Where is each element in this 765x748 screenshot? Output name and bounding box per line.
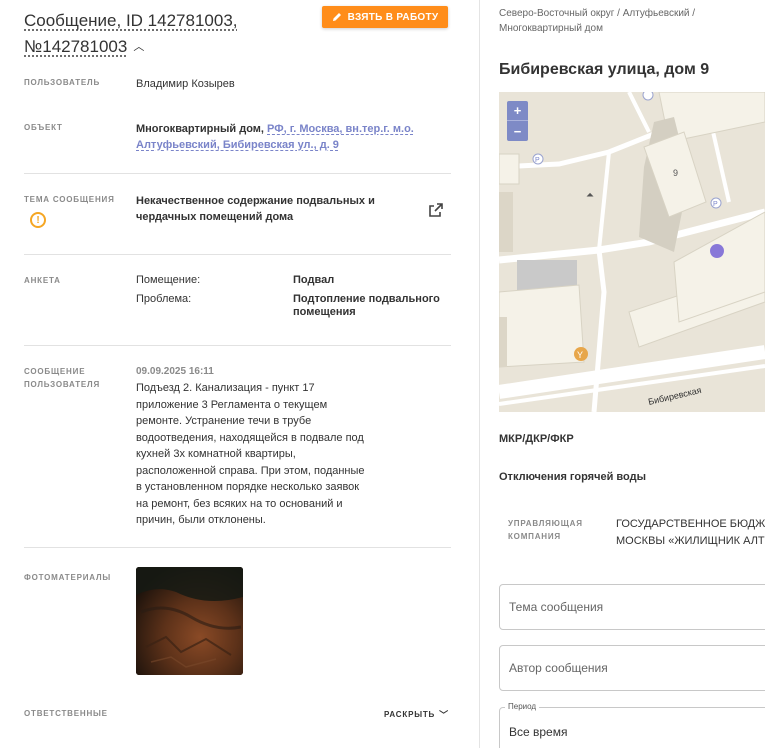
message-date: 09.09.2025 16:11 — [136, 366, 214, 377]
parking-icon: P — [535, 157, 540, 164]
cafe-icon: Y — [577, 350, 583, 360]
survey-key-room: Помещение: — [136, 274, 201, 286]
object-address-link-line2[interactable]: Алтуфьевский, Бибиревская ул., д. 9 — [136, 139, 339, 151]
photo-thumbnail[interactable] — [136, 567, 243, 675]
message-label: СООБЩЕНИЕ ПОЛЬЗОВАТЕЛЯ — [24, 365, 100, 391]
author-filter-placeholder: Автор сообщения — [509, 661, 608, 675]
breadcrumb: Северо-Восточный округ / Алтуфьевский / … — [499, 6, 719, 36]
photos-label: ФОТОМАТЕРИАЛЫ — [24, 573, 112, 582]
topic-filter-placeholder: Тема сообщения — [509, 600, 604, 614]
survey-label: АНКЕТА — [24, 276, 61, 285]
expand-button[interactable]: РАСКРЫТЬ ﹀ — [384, 708, 449, 721]
uk-value-line1: ГОСУДАРСТВЕННОЕ БЮДЖЕТ — [616, 518, 765, 530]
period-label: Период — [505, 702, 540, 711]
breadcrumb-line1[interactable]: Северо-Восточный округ / Алтуфьевский / — [499, 8, 695, 19]
address-title: Бибиревская улица, дом 9 — [499, 61, 710, 78]
divider — [24, 345, 451, 346]
period-value: Все время — [509, 725, 568, 739]
uk-value-line2: МОСКВЫ «ЖИЛИЩНИК АЛТУ — [616, 535, 765, 547]
management-company-label: УПРАВЛЯЮЩАЯ КОМПАНИЯ — [508, 517, 583, 543]
object-value: Многоквартирный дом, РФ, г. Москва, вн.т… — [136, 121, 414, 153]
message-text: Подъезд 2. Канализация - пункт 17 прилож… — [136, 382, 365, 526]
user-label: ПОЛЬЗОВАТЕЛЬ — [24, 78, 101, 87]
topic-value: Некачественное содержание подвальных и ч… — [136, 193, 375, 225]
responsible-label: ОТВЕТСТВЕННЫЕ — [24, 709, 108, 718]
zoom-in-button[interactable]: + — [507, 101, 528, 121]
breadcrumb-line2[interactable]: Многоквартирный дом — [499, 23, 603, 34]
map[interactable]: P P ⏶ Y 9 Бибиревская + − — [499, 92, 765, 412]
photo-image — [136, 567, 243, 675]
hot-water-section[interactable]: Отключения горячей воды — [499, 471, 646, 483]
divider — [24, 173, 451, 174]
expand-label: РАСКРЫТЬ — [384, 710, 436, 719]
object-type: Многоквартирный дом, — [136, 123, 264, 135]
map-canvas: P P ⏶ Y 9 Бибиревская — [499, 92, 765, 412]
survey-value-room: Подвал — [293, 274, 335, 286]
warning-icon: ! — [30, 212, 46, 228]
message-title: Сообщение, ID 142781003, №142781003 — [24, 11, 238, 56]
uk-label-line2: КОМПАНИЯ — [508, 532, 561, 541]
topic-label: ТЕМА СООБЩЕНИЯ — [24, 195, 115, 204]
message-label-line1: СООБЩЕНИЕ — [24, 367, 86, 376]
survey-key-problem: Проблема: — [136, 293, 192, 305]
page-title[interactable]: Сообщение, ID 142781003, №142781003 ︿ — [24, 8, 314, 60]
topic-line1: Некачественное содержание подвальных и — [136, 195, 375, 207]
message-label-line2: ПОЛЬЗОВАТЕЛЯ — [24, 380, 101, 389]
topic-line2: чердачных помещений дома — [136, 211, 294, 223]
external-link-icon[interactable] — [428, 202, 444, 218]
take-to-work-label: ВЗЯТЬ В РАБОТУ — [347, 11, 439, 23]
mkr-section[interactable]: МКР/ДКР/ФКР — [499, 433, 574, 445]
parking-icon: P — [713, 201, 718, 208]
object-label: ОБЪЕКТ — [24, 123, 63, 132]
management-company-value: ГОСУДАРСТВЕННОЕ БЮДЖЕТ МОСКВЫ «ЖИЛИЩНИК … — [616, 516, 765, 550]
object-address-link-line1[interactable]: РФ, г. Москва, вн.тер.г. м.о. — [267, 123, 414, 135]
user-value: Владимир Козырев — [136, 78, 235, 90]
house-number: 9 — [673, 168, 678, 178]
monument-icon: ⏶ — [586, 190, 594, 201]
zoom-controls: + − — [507, 101, 528, 141]
chevron-down-icon: ﹀ — [439, 710, 449, 720]
take-to-work-button[interactable]: ВЗЯТЬ В РАБОТУ — [322, 6, 448, 28]
pencil-icon — [332, 13, 341, 21]
divider — [24, 547, 451, 548]
zoom-out-button[interactable]: − — [507, 121, 528, 141]
panel-separator — [479, 0, 480, 748]
survey-value-problem: Подтопление подвального помещения — [293, 293, 440, 318]
chevron-up-icon[interactable]: ︿ — [133, 34, 144, 60]
location-marker — [710, 244, 724, 258]
uk-label-line1: УПРАВЛЯЮЩАЯ — [508, 519, 583, 528]
topic-filter-input[interactable]: Тема сообщения — [499, 584, 765, 630]
author-filter-input[interactable]: Автор сообщения — [499, 645, 765, 691]
period-select[interactable]: Все время — [499, 707, 765, 748]
message-details-panel: Сообщение, ID 142781003, №142781003 ︿ ВЗЯ… — [0, 0, 479, 748]
divider — [24, 254, 451, 255]
